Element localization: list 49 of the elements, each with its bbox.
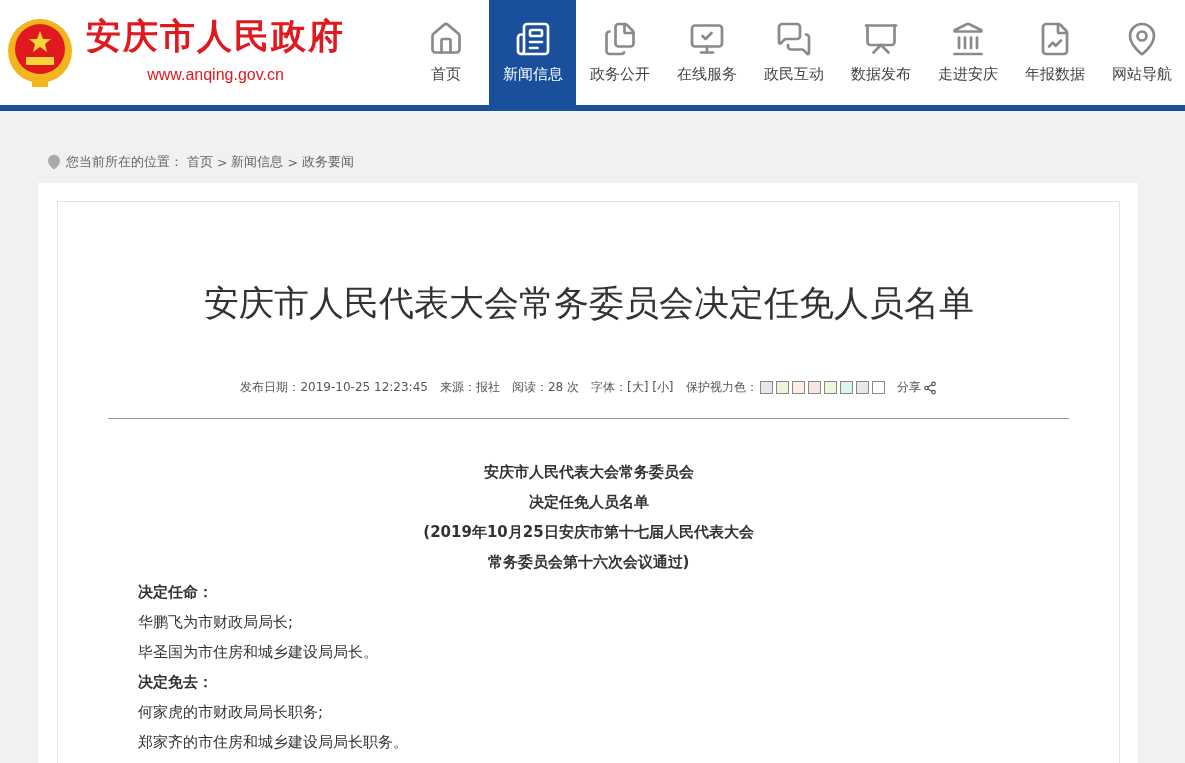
- site-name: 安庆市人民政府: [86, 15, 345, 58]
- color-swatch[interactable]: [871, 381, 885, 394]
- article-text: 何家虎的市财政局局长职务;: [138, 702, 325, 723]
- breadcrumb-link[interactable]: 新闻信息: [231, 153, 284, 171]
- article-text: 郑家齐的市住房和城乡建设局局长职务。: [138, 732, 409, 753]
- article-meta: 字体：[大] [小]: [591, 379, 674, 396]
- nav-icon: [775, 21, 812, 57]
- breadcrumb-link[interactable]: 首页: [187, 153, 213, 171]
- nav-tab[interactable]: 走进安庆: [924, 0, 1011, 105]
- article-text: 决定免去：: [138, 672, 214, 693]
- nav-icon: [688, 21, 725, 57]
- color-swatch[interactable]: [759, 381, 773, 394]
- color-swatch[interactable]: [807, 381, 821, 394]
- nav-tab[interactable]: 网站导航: [1098, 0, 1185, 105]
- article-title: 安庆市人民代表大会常务委员会决定任免人员名单: [202, 282, 975, 325]
- article-text: (2019年10月25日安庆市第十七届人民代表大会: [422, 522, 755, 543]
- breadcrumb-text: >: [217, 154, 228, 170]
- nav-tab[interactable]: 数据发布: [837, 0, 924, 105]
- article-meta: 阅读：28 次: [511, 379, 579, 396]
- color-swatch[interactable]: [839, 381, 853, 394]
- article-meta: 发布日期：2019-10-25 12:23:45: [240, 379, 428, 396]
- color-swatch[interactable]: [791, 381, 805, 394]
- nav-tab[interactable]: 年报数据: [1011, 0, 1098, 105]
- article-text: 毕圣国为市住房和城乡建设局局长。: [138, 642, 379, 663]
- site-url: www.anqing.gov.cn: [147, 66, 284, 84]
- nav-icon: [514, 21, 551, 57]
- emblem-icon: [6, 16, 74, 89]
- nav-icon: [862, 21, 899, 57]
- nav-tab[interactable]: 在线服务: [663, 0, 750, 105]
- breadcrumb-link[interactable]: 政务要闻: [301, 153, 354, 171]
- breadcrumb-text: 您当前所在的位置：: [66, 153, 183, 171]
- share-link[interactable]: 分享: [896, 379, 921, 396]
- article-text: 常务委员会第十六次会议通过): [486, 552, 691, 573]
- article-text: 华鹏飞为市财政局局长;: [138, 612, 295, 633]
- location-icon: [46, 154, 62, 170]
- color-swatch[interactable]: [775, 381, 789, 394]
- color-swatch[interactable]: [823, 381, 837, 394]
- article-meta: 保护视力色：: [685, 379, 758, 396]
- article-text: 安庆市人民代表大会常务委员会: [482, 462, 695, 483]
- nav-tab[interactable]: 政民互动: [750, 0, 837, 105]
- article-text: 决定任命：: [138, 582, 214, 603]
- article-meta: 来源：报社: [439, 379, 500, 396]
- nav-tab[interactable]: 新闻信息: [489, 0, 576, 105]
- nav-tab[interactable]: 首页: [402, 0, 489, 105]
- nav-tab[interactable]: 政务公开: [576, 0, 663, 105]
- article-text: 决定任免人员名单: [527, 492, 650, 513]
- breadcrumb-text: >: [287, 154, 298, 170]
- share-icon[interactable]: [922, 380, 937, 395]
- color-swatch[interactable]: [855, 381, 869, 394]
